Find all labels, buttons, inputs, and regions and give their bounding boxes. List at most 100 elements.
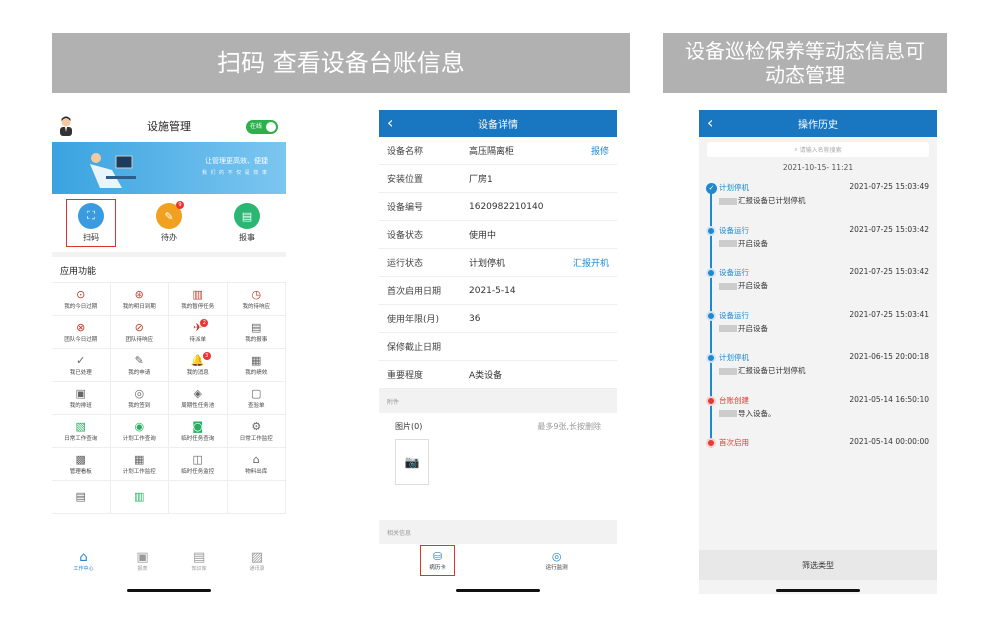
- app-item[interactable]: ◎ 我的签到: [110, 382, 169, 415]
- app-item[interactable]: ▧ 日常工作查询: [52, 415, 111, 448]
- app-item[interactable]: ▣ 我的排班: [52, 382, 111, 415]
- app-item[interactable]: ⊙ 我的今日过期: [52, 283, 111, 316]
- check-icon: ✓: [706, 183, 717, 194]
- app-item[interactable]: ◷ 我的待响应: [227, 283, 286, 316]
- history-desc-text: 开启设备: [738, 281, 768, 290]
- scan-button[interactable]: ⛶ 扫码: [66, 199, 116, 247]
- app-label: 待派单: [189, 337, 206, 343]
- app-icon: ◉: [134, 420, 145, 433]
- history-header: 计划停机 2021-07-25 15:03:49: [719, 178, 929, 193]
- app-item[interactable]: ▦ 计划工作监控: [110, 448, 169, 481]
- tab-item[interactable]: ▣ 报表: [136, 550, 148, 586]
- app-item[interactable]: ▢ 查验单: [227, 382, 286, 415]
- app-item[interactable]: ▥ 我的暂停任务: [169, 283, 228, 316]
- app-icon: ▢: [251, 387, 262, 400]
- home-indicator: [127, 589, 211, 592]
- field-label: 安装位置: [387, 175, 424, 185]
- app-item[interactable]: ✓ 我已处理: [52, 349, 111, 382]
- field-value: 36: [469, 313, 481, 324]
- phone-operation-history: ‹ 操作历史 ⌕ 请输入名称搜索 2021-10-15- 11:21 ✓ 计划停机 2…: [699, 110, 937, 594]
- detail-row: 使用年限(月) 36: [379, 305, 617, 333]
- app-item[interactable]: ⊘ 团队待响应: [110, 316, 169, 349]
- app-label: 临时任务监控: [181, 469, 215, 475]
- history-time: 2021-06-15 20:00:18: [849, 352, 929, 361]
- banner-right: 设备巡检保养等动态信息可 动态管理: [663, 33, 947, 93]
- field-label: 首次启用日期: [387, 287, 442, 297]
- phone-facility-management: 设施管理 在线 让管理更高效、便捷 我 们 的 不 仅 是 效 率 ⛶ 扫码 ✎ 9…: [52, 110, 286, 594]
- app-icon: ▦: [134, 453, 145, 466]
- redacted-name: [719, 367, 737, 375]
- todo-button[interactable]: ✎ 9 待办: [144, 200, 194, 246]
- detail-row: 保修截止日期: [379, 333, 617, 361]
- history-desc-text: 开启设备: [738, 323, 768, 333]
- app-label: 周期性任务池: [181, 403, 215, 409]
- app-item: ▤: [52, 481, 111, 514]
- search-input[interactable]: ⌕ 请输入名称搜索: [707, 142, 929, 157]
- tab-item[interactable]: ⌂ 工作中心: [73, 550, 93, 586]
- home-indicator: [456, 589, 540, 592]
- run-monitor-button[interactable]: ◎ 运行监测: [538, 546, 576, 575]
- app-item[interactable]: ◈ 周期性任务池: [169, 382, 228, 415]
- tab-item[interactable]: ▤ 知识库: [192, 550, 207, 586]
- field-label: 使用年限(月): [387, 315, 440, 325]
- app-icon: ⊘: [134, 321, 144, 334]
- app-item[interactable]: ◉ 计划工作查询: [110, 415, 169, 448]
- history-header: 台账创建 2021-05-14 16:50:10: [719, 391, 929, 406]
- online-toggle[interactable]: 在线: [246, 120, 278, 134]
- history-type: 设备运行: [719, 310, 749, 320]
- app-item[interactable]: ▦ 我的绩效: [227, 349, 286, 382]
- detail-row: 设备状态 使用中: [379, 221, 617, 249]
- medical-record-button[interactable]: ⛁ 病历卡: [420, 544, 455, 576]
- app-label: 临时任务查询: [181, 436, 215, 442]
- history-desc: 导入设备。: [719, 408, 929, 419]
- app-item[interactable]: ⊛ 我的明日到期: [110, 283, 169, 316]
- camera-icon[interactable]: 📷: [395, 439, 429, 485]
- filter-type-button[interactable]: 筛选类型: [699, 550, 937, 580]
- history-item: 设备运行 2021-07-25 15:03:42 开启设备: [699, 221, 937, 264]
- timeline-dot: [706, 438, 716, 448]
- app-icon: ✈ 2: [193, 319, 209, 335]
- app-item[interactable]: ▩ 管理看板: [52, 448, 111, 481]
- app-item[interactable]: ⚙ 日常工作监控: [227, 415, 286, 448]
- app-item[interactable]: ◫ 临时任务监控: [169, 448, 228, 481]
- tab-label: 报表: [137, 566, 148, 572]
- tab-item[interactable]: ▨ 通讯录: [250, 550, 265, 586]
- history-type: 计划停机: [719, 353, 749, 362]
- picture-area: 图片(0) 最多9张,长按删除 📷: [379, 413, 617, 520]
- page-title: 操作历史: [798, 120, 838, 131]
- phone-device-detail: ‹ 设备详情 设备名称 高压隔离柜 报修 安装位置 厂房1 设备编号 162098221014…: [379, 110, 617, 594]
- app-icon: ⚙: [251, 420, 262, 433]
- app-item[interactable]: 🔔 3 我的消息: [169, 349, 228, 382]
- history-desc: 开启设备: [719, 280, 929, 291]
- history-type: 设备运行: [719, 268, 749, 277]
- history-item: ✓ 计划停机 2021-07-25 15:03:49 汇报设备已计划停机: [699, 178, 937, 221]
- field-value: 厂房1: [469, 175, 493, 185]
- detail-row: 首次启用日期 2021-5-14: [379, 277, 617, 305]
- app-item[interactable]: ▤ 我的报事: [227, 316, 286, 349]
- detail-row: 安装位置 厂房1: [379, 165, 617, 193]
- app-item[interactable]: ◙ 临时任务查询: [169, 415, 228, 448]
- app-item[interactable]: ⌂ 物料出库: [227, 448, 286, 481]
- app-item[interactable]: ⊗ 团队今日过期: [52, 316, 111, 349]
- timeline: ✓ 计划停机 2021-07-25 15:03:49 汇报设备已计划停机 设备运行 202…: [699, 178, 937, 476]
- history-time: 2021-05-14 16:50:10: [849, 394, 929, 404]
- field-action[interactable]: 报修: [591, 144, 609, 157]
- field-label: 设备编号: [387, 203, 424, 213]
- back-icon[interactable]: ‹: [387, 113, 393, 132]
- app-item[interactable]: ✈ 2 待派单: [169, 316, 228, 349]
- report-button[interactable]: ▤ 报事: [222, 200, 272, 246]
- field-value: A类设备: [469, 371, 503, 381]
- app-label: 计划工作监控: [122, 469, 156, 475]
- redacted-name: [719, 410, 737, 417]
- avatar-icon[interactable]: [58, 116, 74, 136]
- app-item: [169, 481, 228, 514]
- back-icon[interactable]: ‹: [707, 113, 713, 132]
- history-time: 2021-05-14 00:00:00: [849, 437, 929, 446]
- history-desc: 开启设备: [719, 323, 929, 334]
- app-icon: ▥: [134, 490, 145, 503]
- redacted-name: [719, 240, 737, 247]
- app-item[interactable]: ✎ 我的申请: [110, 349, 169, 382]
- timeline-dot: [706, 268, 716, 278]
- section-title: 应用功能: [52, 252, 286, 282]
- field-action[interactable]: 汇报开机: [573, 256, 609, 269]
